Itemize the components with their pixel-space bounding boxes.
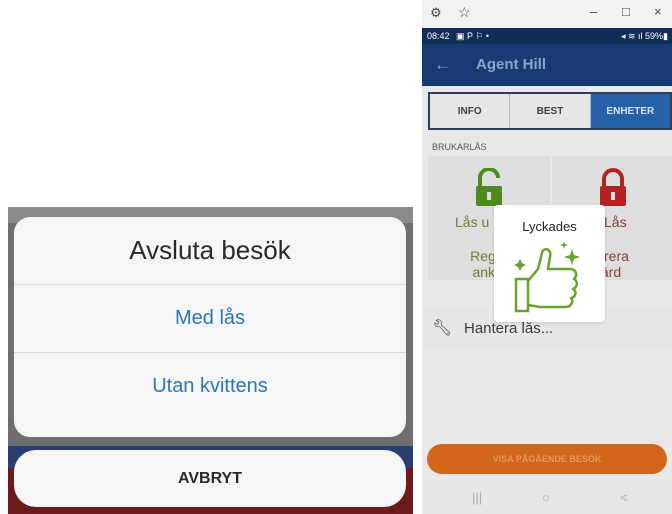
- star-icon[interactable]: ☆: [458, 4, 471, 21]
- lock-label: Lås: [604, 214, 627, 230]
- tab-info[interactable]: INFO: [430, 94, 511, 128]
- manage-locks-label: Hantera lås...: [464, 320, 554, 337]
- battery-level: 59%: [645, 31, 664, 41]
- success-toast: Lyckades: [494, 205, 605, 322]
- toast-message: Lyckades: [522, 219, 577, 234]
- battery-icon: ▮: [663, 31, 668, 41]
- status-right: ◂ ≋ ıl 59%▮: [621, 31, 668, 42]
- action-sheet-title: Avsluta besök: [129, 235, 291, 265]
- maximize-button[interactable]: □: [622, 4, 630, 19]
- home-icon[interactable]: ○: [542, 490, 550, 505]
- minimize-button[interactable]: –: [590, 4, 597, 19]
- option-with-lock[interactable]: Med lås: [14, 284, 406, 352]
- unlocked-lock-icon: [476, 168, 502, 206]
- cancel-button[interactable]: AVBRYT: [14, 450, 406, 507]
- app-bar: ← Agent Hill: [422, 44, 672, 86]
- window-titlebar: ⚙ ☆ – □ ×: [422, 0, 672, 28]
- settings-icon[interactable]: ⚙: [430, 5, 442, 21]
- recent-apps-icon[interactable]: |||: [472, 490, 482, 505]
- tab-bar: INFO BEST ENHETER: [428, 92, 672, 130]
- thumbs-up-icon: [514, 241, 580, 313]
- show-ongoing-visit-button[interactable]: VISA PÅGÅENDE BESÖK: [427, 444, 667, 474]
- android-nav-bar: ||| ○ <: [422, 482, 672, 514]
- action-sheet-panel: Avsluta besök Med lås Utan kvittens AVBR…: [0, 0, 420, 514]
- unlock-label: Lås u: [455, 214, 490, 230]
- tab-best[interactable]: BEST: [510, 94, 591, 128]
- tab-enheter[interactable]: ENHETER: [590, 94, 670, 128]
- notification-icons: ▣ P ⚐ •: [456, 31, 490, 41]
- wrench-icon: 🔧︎: [432, 320, 453, 337]
- signal-icon: ◂ ≋ ıl: [620, 31, 646, 41]
- arrow-left-icon[interactable]: ←: [434, 55, 451, 75]
- option-without-receipt[interactable]: Utan kvittens: [14, 352, 406, 420]
- back-nav-icon[interactable]: <: [620, 490, 628, 505]
- action-sheet: Avsluta besök Med lås Utan kvittens: [14, 217, 406, 437]
- status-time: 08:42: [427, 31, 450, 41]
- close-button[interactable]: ×: [654, 4, 662, 19]
- app-title: Agent Hill: [476, 56, 546, 73]
- status-bar: 08:42 ▣ P ⚐ • ◂ ≋ ıl 59%▮: [422, 28, 672, 44]
- locked-lock-icon: [600, 168, 626, 206]
- section-label: BRUKARLÅS: [432, 142, 487, 152]
